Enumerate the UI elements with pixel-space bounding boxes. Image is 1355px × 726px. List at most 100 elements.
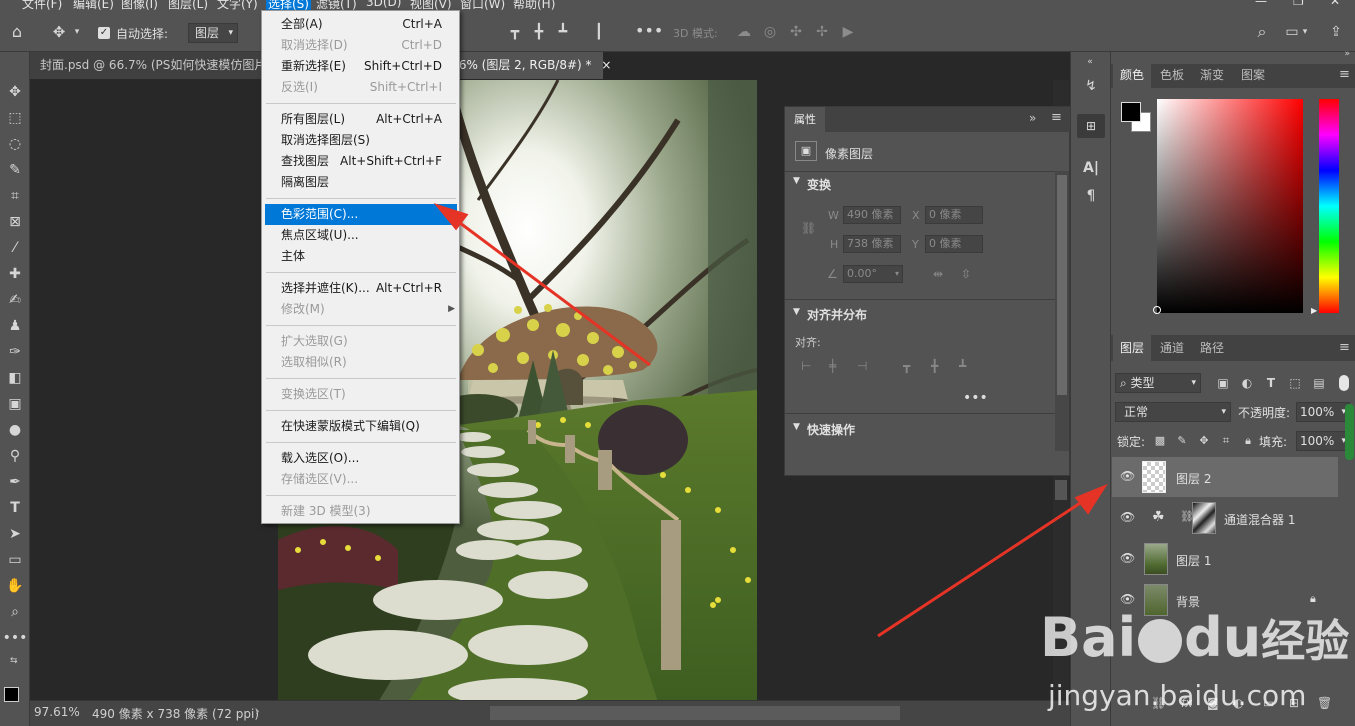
menu-item-save-selection[interactable]: 存储选区(V)... <box>265 469 457 490</box>
menu-item-quick-mask[interactable]: 在快速蒙版模式下编辑(Q) <box>265 416 457 437</box>
tab-properties[interactable]: 属性 <box>785 107 825 132</box>
search-icon[interactable]: ⌕ <box>1252 22 1272 42</box>
fill-field[interactable]: 100% ▾ <box>1296 431 1350 451</box>
lock-artboard-icon[interactable]: ⌗ <box>1219 431 1233 451</box>
tab-channels[interactable]: 通道 <box>1153 335 1191 361</box>
menu-window[interactable]: 窗口(W) <box>460 0 505 10</box>
close-tab-icon[interactable]: × <box>601 58 611 72</box>
crop-icon[interactable]: ⌗ <box>0 186 30 206</box>
collapse-panel-icon[interactable]: » <box>1029 111 1036 125</box>
layer-name[interactable]: 图层 2 <box>1176 470 1211 487</box>
home-icon[interactable]: ⌂ <box>6 22 28 42</box>
chevron-down-icon[interactable]: ▼ <box>793 422 800 432</box>
align-bottom-icon[interactable]: ┻ <box>959 359 966 373</box>
paragraph-icon[interactable]: ¶ <box>1080 186 1102 206</box>
link-icon[interactable]: ⛓ <box>801 221 816 235</box>
align-middle-icon[interactable]: ╋ <box>931 359 938 373</box>
properties-panel-icon[interactable]: ⊞ <box>1077 114 1105 138</box>
menu-image[interactable]: 图像(I) <box>121 0 158 10</box>
filter-toggle[interactable] <box>1339 375 1349 391</box>
menu-type[interactable]: 文字(Y) <box>217 0 258 10</box>
orbit-3d-icon[interactable]: ☁ <box>735 22 753 42</box>
menu-item-inverse[interactable]: 反选(I) Shift+Ctrl+I <box>265 77 457 98</box>
height-field[interactable]: 738 像素 <box>843 235 901 253</box>
x-field[interactable]: 0 像素 <box>925 206 983 224</box>
share-icon[interactable]: ⇪ <box>1326 22 1346 42</box>
layer-row[interactable]: 👁︎ 图层 1 <box>1112 539 1338 579</box>
move-tool-icon[interactable]: ✥ <box>48 22 70 42</box>
eyedropper-icon[interactable]: ⁄ <box>0 238 30 258</box>
menu-view[interactable]: 视图(V) <box>410 0 452 10</box>
slide-3d-icon[interactable]: ✢ <box>813 22 831 42</box>
menu-item-grow[interactable]: 扩大选取(G) <box>265 331 457 352</box>
menu-item-deselect[interactable]: 取消选择(D) Ctrl+D <box>265 35 457 56</box>
tab-color[interactable]: 颜色 <box>1113 64 1151 88</box>
align-bottom-icon[interactable]: ┻ <box>556 22 570 42</box>
panel-menu-icon[interactable]: ≡ <box>1051 110 1062 125</box>
tab-swatches[interactable]: 色板 <box>1153 64 1191 88</box>
flip-vertical-icon[interactable]: ⇳ <box>961 267 971 281</box>
menu-item-reselect[interactable]: 重新选择(E) Shift+Ctrl+D <box>265 56 457 77</box>
align-section-title[interactable]: 对齐并分布 <box>807 306 867 323</box>
panel-menu-icon[interactable]: ≡ <box>1339 67 1350 82</box>
hue-slider[interactable] <box>1319 99 1339 313</box>
filter-shape-icon[interactable]: ⬚ <box>1287 373 1303 393</box>
menu-help[interactable]: 帮助(H) <box>513 0 555 10</box>
brush-icon[interactable]: ✍ <box>0 290 30 310</box>
layer-name[interactable]: 通道混合器 1 <box>1224 511 1295 528</box>
document-tab-active[interactable]: .6% (图层 2, RGB/8#) * × <box>455 52 611 79</box>
collapse-arrows-icon[interactable]: « <box>1079 52 1101 72</box>
menu-item-find-layers[interactable]: 查找图层 Alt+Shift+Ctrl+F <box>265 151 457 172</box>
history-brush-icon[interactable]: ✑ <box>0 342 30 362</box>
status-chevron-icon[interactable]: › <box>255 704 260 718</box>
minimize-icon[interactable]: — <box>1255 0 1267 8</box>
character-icon[interactable]: A| <box>1080 158 1102 178</box>
scrollbar-thumb[interactable] <box>1055 480 1067 500</box>
scale-3d-icon[interactable]: ▶ <box>839 22 857 42</box>
foreground-color-swatch[interactable] <box>4 687 19 702</box>
menu-item-subject[interactable]: 主体 <box>265 246 457 267</box>
menu-item-isolate-layers[interactable]: 隔离图层 <box>265 172 457 193</box>
menu-3d[interactable]: 3D(D) <box>366 0 401 9</box>
flip-horizontal-icon[interactable]: ⇹ <box>933 267 943 281</box>
lock-transparent-icon[interactable]: ▩ <box>1153 431 1167 451</box>
menu-filter[interactable]: 滤镜(T) <box>316 0 357 10</box>
align-right-icon[interactable]: ⊣ <box>857 359 867 373</box>
menu-file[interactable]: 文件(F) <box>22 0 62 10</box>
color-field[interactable] <box>1157 99 1303 313</box>
frame-icon[interactable]: ⊠ <box>0 212 30 232</box>
foreground-color-swatch[interactable] <box>1121 102 1141 122</box>
path-select-icon[interactable]: ➤ <box>0 524 30 544</box>
chevron-down-icon[interactable]: ▾ <box>72 22 82 42</box>
zoom-icon[interactable]: ⌕ <box>0 602 30 622</box>
menu-item-select-and-mask[interactable]: 选择并遮住(K)... Alt+Ctrl+R <box>265 278 457 299</box>
history-icon[interactable]: ↯ <box>1080 76 1102 96</box>
more-options-icon[interactable]: ••• <box>635 21 663 41</box>
distribute-icon[interactable]: ┃ <box>592 22 606 42</box>
hue-slider-handle[interactable]: ▶ <box>1311 306 1317 315</box>
panel-menu-icon[interactable]: ≡ <box>1339 340 1350 355</box>
expand-arrows-icon[interactable]: » <box>1344 49 1350 59</box>
layer-filter-dropdown[interactable]: ⌕ 类型 ▾ <box>1115 373 1201 393</box>
visibility-eye-icon[interactable]: 👁︎ <box>1120 469 1135 483</box>
stamp-icon[interactable]: ♟ <box>0 316 30 336</box>
width-field[interactable]: 490 像素 <box>843 206 901 224</box>
layer-row[interactable]: 👁︎ 图层 2 <box>1112 457 1338 497</box>
pen-icon[interactable]: ✒ <box>0 472 30 492</box>
blend-mode-dropdown[interactable]: 正常 ▾ <box>1115 402 1231 422</box>
eraser-icon[interactable]: ◧ <box>0 368 30 388</box>
filter-smart-icon[interactable]: ▤ <box>1311 373 1327 393</box>
align-top-icon[interactable]: ┳ <box>508 22 522 42</box>
menu-item-all-layers[interactable]: 所有图层(L) Alt+Ctrl+A <box>265 109 457 130</box>
chevron-down-icon[interactable]: ▼ <box>793 176 800 186</box>
zoom-level[interactable]: 97.61% <box>34 705 80 719</box>
lasso-icon[interactable]: ◌ <box>0 134 30 154</box>
horizontal-scrollbar[interactable] <box>490 706 900 720</box>
align-vcenter-icon[interactable]: ╋ <box>532 22 546 42</box>
menu-edit[interactable]: 编辑(E) <box>73 0 114 10</box>
roll-3d-icon[interactable]: ◎ <box>761 22 779 42</box>
lock-position-icon[interactable]: ✥ <box>1197 431 1211 451</box>
lock-all-icon[interactable]: 🔒︎ <box>1241 431 1255 451</box>
menu-item-new-3d-model[interactable]: 新建 3D 模型(3) <box>265 501 457 522</box>
menu-item-similar[interactable]: 选取相似(R) <box>265 352 457 373</box>
